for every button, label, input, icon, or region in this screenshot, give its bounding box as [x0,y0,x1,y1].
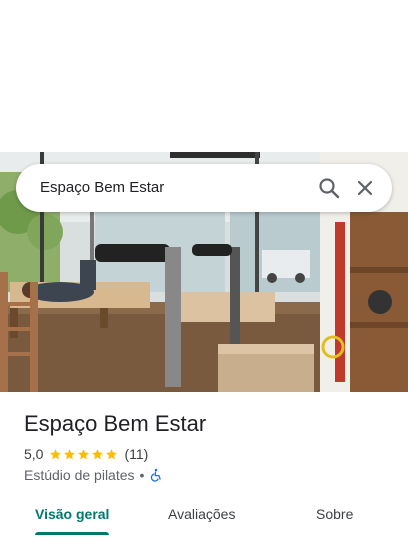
close-icon[interactable] [353,176,377,200]
star-icon [78,448,90,459]
star-icon [50,448,62,459]
active-tab-indicator [35,532,109,535]
place-tabs: Visão geral Avaliações Sobre [0,492,408,536]
rating-stars [49,448,119,461]
map-area-blank [0,0,408,152]
category-row: Estúdio de pilates • [24,465,163,485]
separator: • [139,467,145,483]
rating-value: 5,0 [24,446,44,462]
wheelchair-icon [149,468,163,482]
place-category: Estúdio de pilates [24,467,135,483]
search-bar[interactable]: Espaço Bem Estar [16,164,392,212]
place-title: Espaço Bem Estar [24,411,207,436]
star-icon [92,448,104,459]
tab-reviews[interactable]: Avaliações [168,504,235,524]
tab-about[interactable]: Sobre [316,504,353,524]
star-icon [106,448,118,459]
place-info-panel: Espaço Bem Estar 5,0 (11) Estúdio de pil… [0,392,408,544]
review-count[interactable]: (11) [124,446,148,462]
star-icon [64,448,76,459]
search-input[interactable]: Espaço Bem Estar [40,178,164,198]
search-icon[interactable] [317,176,341,200]
rating-row[interactable]: 5,0 (11) [24,444,148,464]
tab-overview[interactable]: Visão geral [35,504,109,524]
